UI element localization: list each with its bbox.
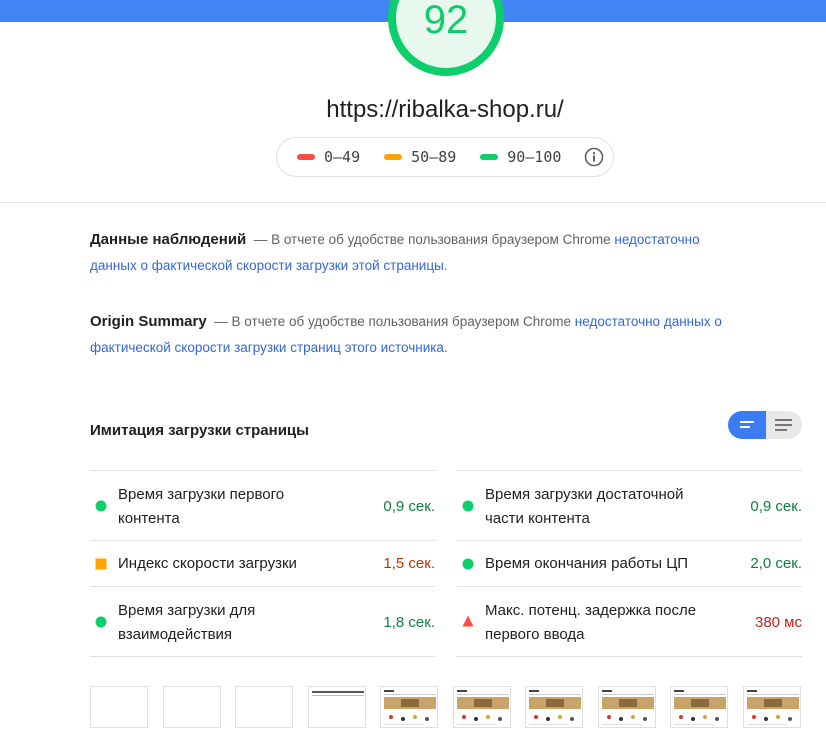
metric-label: Время загрузки первого контента <box>118 486 285 527</box>
metric-value: 380 мс <box>754 614 802 631</box>
compact-list-icon <box>740 421 754 428</box>
fail-indicator-icon <box>462 615 474 627</box>
pass-indicator-icon <box>95 500 107 512</box>
origin-summary-dash: — <box>214 314 228 329</box>
metric-value: 1,5 сек. <box>383 555 435 572</box>
average-indicator-icon <box>95 558 107 570</box>
pass-indicator-icon <box>462 500 474 512</box>
field-data-title: Данные наблюдений <box>90 231 247 248</box>
filmstrip-frame <box>90 686 148 728</box>
filmstrip-frame <box>743 686 801 728</box>
expanded-view-button[interactable] <box>766 411 802 439</box>
legend-item-pass: 90–100 <box>480 148 561 166</box>
compact-view-button[interactable] <box>728 411 766 439</box>
legend-fail-bar <box>297 154 315 160</box>
metric-value: 2,0 сек. <box>750 555 802 572</box>
view-toggle[interactable] <box>728 411 802 439</box>
origin-summary-text: В отчете об удобстве пользования браузер… <box>231 314 572 329</box>
lab-data-title: Имитация загрузки страницы <box>90 422 309 439</box>
metric-value: 1,8 сек. <box>383 614 435 631</box>
metric-label: Время загрузки достаточной части контент… <box>485 486 684 527</box>
metric-max-input-delay: Макс. потенц. задержка после первого вво… <box>457 586 802 656</box>
filmstrip-frame <box>235 686 293 728</box>
filmstrip-frame <box>163 686 221 728</box>
field-data-section: Данные наблюдений — В отчете об удобстве… <box>90 227 750 279</box>
origin-summary-section: Origin Summary — В отчете об удобстве по… <box>90 309 750 361</box>
legend-fail-label: 0–49 <box>324 148 361 166</box>
pass-indicator-icon <box>462 558 474 570</box>
metric-label: Время окончания работы ЦП <box>485 555 689 572</box>
metric-value: 0,9 сек. <box>383 498 435 515</box>
metric-label: Время загрузки для взаимодействия <box>118 602 256 643</box>
filmstrip-frame <box>598 686 656 728</box>
filmstrip-frame <box>380 686 438 728</box>
metric-cpu-idle: Время окончания работы ЦП 2,0 сек. <box>457 540 802 586</box>
performance-score: 92 <box>423 0 469 42</box>
legend-average-bar <box>384 154 403 160</box>
metric-first-meaningful-paint: Время загрузки достаточной части контент… <box>457 470 802 540</box>
metrics-bottom-border <box>90 656 435 657</box>
filmstrip-frame <box>670 686 728 728</box>
legend-pass-label: 90–100 <box>507 148 562 166</box>
legend-average-label: 50–89 <box>411 148 457 166</box>
score-legend: 0–49 50–89 90–100 <box>276 137 614 177</box>
metric-value: 0,9 сек. <box>750 498 802 515</box>
filmstrip-frame <box>453 686 511 728</box>
field-data-text: В отчете об удобстве пользования браузер… <box>271 232 611 247</box>
legend-pass-bar <box>480 154 499 160</box>
metric-first-contentful-paint: Время загрузки первого контента 0,9 сек. <box>90 470 435 540</box>
origin-summary-title: Origin Summary <box>90 313 207 330</box>
page-url: https://ribalka-shop.ru/ <box>326 96 564 123</box>
metric-label: Индекс скорости загрузки <box>118 555 297 572</box>
info-icon[interactable] <box>584 147 604 167</box>
section-divider <box>0 202 826 203</box>
metrics-column-right: Время загрузки достаточной части контент… <box>457 470 802 657</box>
expanded-list-icon <box>775 419 792 431</box>
origin-summary-end: . <box>443 340 448 355</box>
metrics-column-left: Время загрузки первого контента 0,9 сек.… <box>90 470 435 657</box>
metric-speed-index: Индекс скорости загрузки 1,5 сек. <box>90 540 435 586</box>
metrics-bottom-border <box>457 656 802 657</box>
filmstrip-frame <box>525 686 583 728</box>
metric-time-to-interactive: Время загрузки для взаимодействия 1,8 се… <box>90 586 435 656</box>
filmstrip-frame <box>308 686 366 728</box>
metric-label: Макс. потенц. задержка после первого вво… <box>485 602 697 643</box>
legend-item-average: 50–89 <box>384 148 456 166</box>
field-data-dash: — <box>253 232 268 247</box>
field-data-end: . <box>443 258 448 273</box>
pass-indicator-icon <box>95 616 107 628</box>
legend-item-fail: 0–49 <box>297 148 360 166</box>
